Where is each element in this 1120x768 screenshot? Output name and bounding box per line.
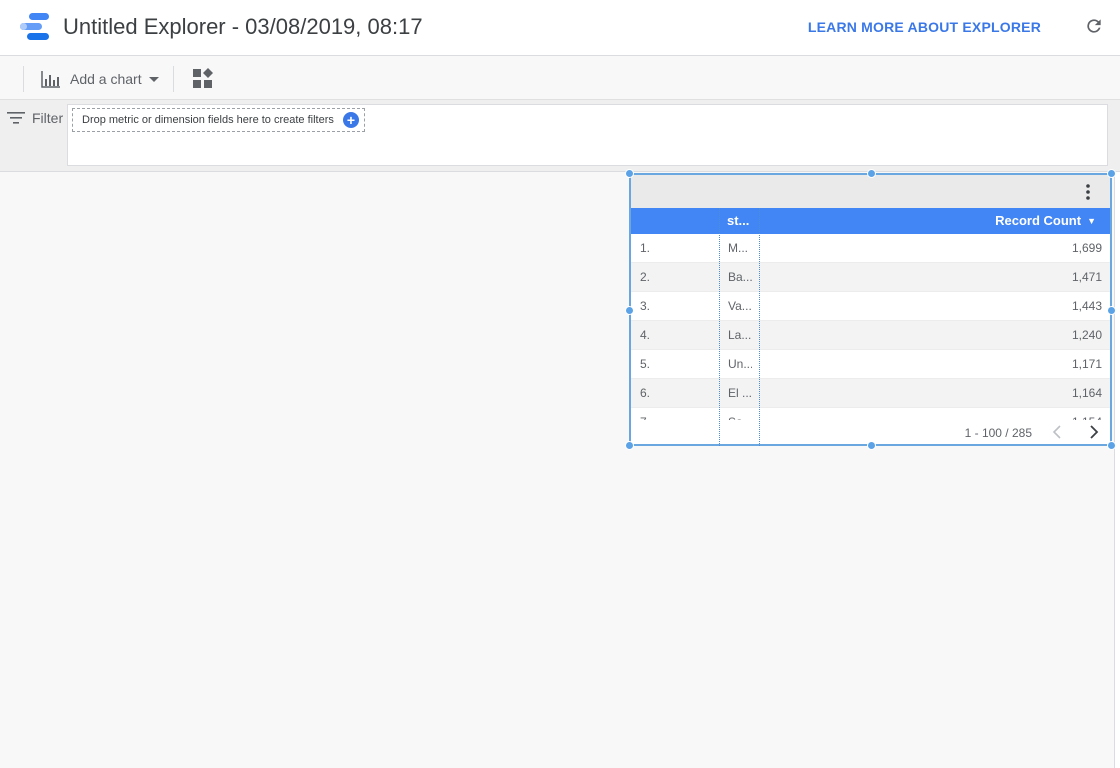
refresh-icon[interactable]	[1084, 16, 1104, 36]
dimension-column-header[interactable]: st...	[727, 213, 749, 228]
table-chart[interactable]: st... Record Count ▼ 1. M... 1,699 2. Ba... 1…	[629, 173, 1112, 446]
pagination-range: 1 - 100 / 285	[964, 426, 1032, 440]
metric-header-label: Record Count	[995, 213, 1082, 228]
row-value: 1,471	[1071, 270, 1102, 284]
table-row[interactable]: 7.Sa...1,154	[631, 408, 1110, 420]
row-dimension: M...	[728, 241, 748, 255]
previous-page-icon[interactable]	[1050, 424, 1066, 440]
column-selection-guide	[759, 208, 760, 446]
add-control-icon[interactable]	[192, 68, 214, 90]
row-dimension: Va...	[728, 299, 752, 313]
resize-handle[interactable]	[1107, 441, 1116, 450]
filter-drop-zone[interactable]: Drop metric or dimension fields here to …	[72, 108, 365, 132]
row-index: 4.	[640, 328, 651, 342]
row-index: 2.	[640, 270, 651, 284]
add-filter-icon[interactable]: +	[343, 112, 359, 128]
row-dimension: El ...	[728, 386, 752, 400]
row-dimension: Ba...	[728, 270, 752, 284]
resize-handle[interactable]	[625, 306, 634, 315]
row-value: 1,443	[1071, 299, 1102, 313]
toolbar-divider	[23, 66, 24, 92]
table-row[interactable]: 2. Ba... 1,471	[631, 263, 1110, 292]
page-title[interactable]: Untitled Explorer - 03/08/2019, 08:17	[63, 12, 423, 42]
row-index: 5.	[640, 357, 651, 371]
table-column-header: st... Record Count ▼	[631, 208, 1110, 234]
add-chart-button[interactable]: Add a chart	[40, 66, 160, 92]
filter-drop-area[interactable]: Drop metric or dimension fields here to …	[67, 104, 1108, 166]
row-index: 6.	[640, 386, 651, 400]
right-panel-edge	[1114, 172, 1120, 768]
row-index: 1.	[640, 241, 651, 255]
next-page-icon[interactable]	[1085, 424, 1101, 440]
row-dimension: La...	[728, 328, 752, 342]
row-value: 1,164	[1071, 386, 1102, 400]
filter-list-icon	[7, 112, 25, 124]
row-value: 1,240	[1071, 328, 1102, 342]
data-studio-logo[interactable]	[19, 12, 51, 42]
toolbar-divider	[173, 66, 174, 92]
resize-handle[interactable]	[1107, 306, 1116, 315]
app-header: Untitled Explorer - 03/08/2019, 08:17 LE…	[0, 0, 1120, 56]
table-row[interactable]: 4. La... 1,240	[631, 321, 1110, 350]
filter-label: Filter	[32, 110, 64, 126]
resize-handle[interactable]	[625, 441, 634, 450]
dropdown-arrow-icon	[148, 77, 159, 82]
table-row[interactable]: 5. Un... 1,171	[631, 350, 1110, 379]
bar-chart-icon	[41, 71, 60, 88]
row-value: 1,699	[1071, 241, 1102, 255]
metric-column-header[interactable]: Record Count ▼	[995, 213, 1096, 228]
table-row[interactable]: 1. M... 1,699	[631, 234, 1110, 263]
filter-drop-hint: Drop metric or dimension fields here to …	[82, 114, 334, 126]
resize-handle[interactable]	[625, 169, 634, 178]
learn-more-link[interactable]: LEARN MORE ABOUT EXPLORER	[808, 17, 1041, 37]
table-row[interactable]: 3. Va... 1,443	[631, 292, 1110, 321]
chart-header	[631, 175, 1110, 208]
resize-handle[interactable]	[1107, 169, 1116, 178]
sort-desc-icon: ▼	[1087, 215, 1096, 226]
row-value: 1,171	[1071, 357, 1102, 371]
more-vert-icon[interactable]	[1080, 183, 1096, 201]
filter-button[interactable]: Filter	[6, 110, 63, 126]
row-index: 3.	[640, 299, 651, 313]
resize-handle[interactable]	[867, 169, 876, 178]
table-row[interactable]: 6. El ... 1,164	[631, 379, 1110, 408]
table-body: 1. M... 1,699 2. Ba... 1,471 3. Va... 1,443 4. La.…	[631, 234, 1110, 420]
row-dimension: Un...	[728, 357, 752, 371]
add-chart-label: Add a chart	[70, 71, 142, 87]
resize-handle[interactable]	[867, 441, 876, 450]
column-selection-guide	[719, 208, 720, 446]
toolbar: Add a chart	[0, 58, 1120, 100]
filter-bar: Filter Drop metric or dimension fields h…	[0, 100, 1120, 172]
